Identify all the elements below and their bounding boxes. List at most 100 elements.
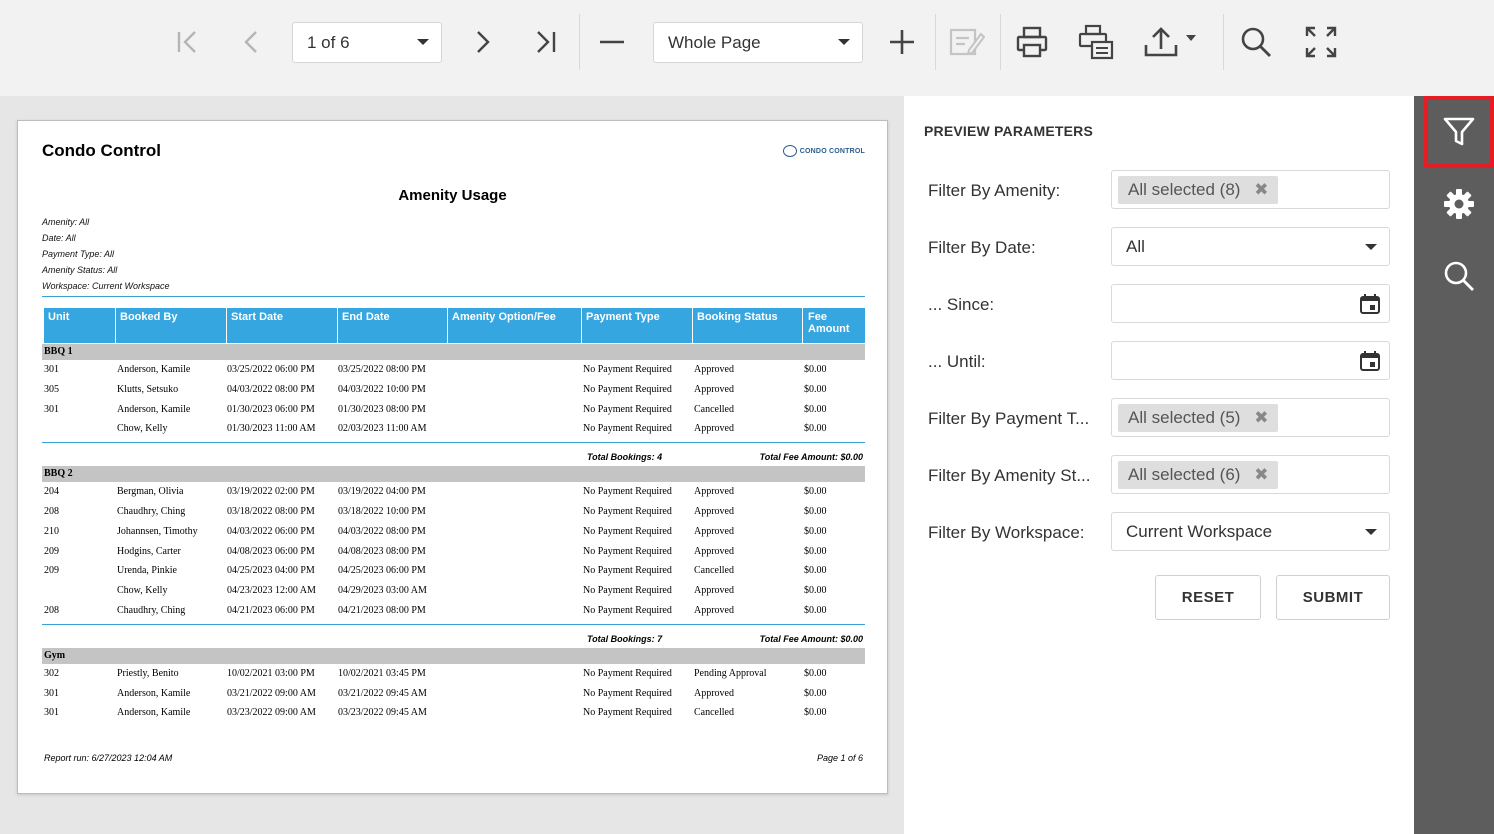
workspace-filter-select[interactable]: Current Workspace — [1111, 512, 1390, 551]
table-cell: Approved — [694, 506, 734, 517]
date-filter-select[interactable]: All — [1111, 227, 1390, 266]
table-cell: Chaudhry, Ching — [117, 605, 186, 616]
table-cell: Anderson, Kamile — [117, 403, 191, 415]
first-page-icon[interactable] — [165, 20, 209, 64]
workspace-filter-value: Current Workspace — [1126, 522, 1273, 541]
chevron-down-icon — [1365, 244, 1377, 250]
column-divider — [802, 308, 803, 343]
table-cell: No Payment Required — [583, 364, 672, 375]
table-cell: 04/29/2023 03:00 AM — [338, 585, 427, 597]
status-filter-value: All selected (6) — [1128, 465, 1241, 484]
edit-icon[interactable] — [945, 20, 989, 64]
table-cell: Approved — [694, 605, 734, 616]
table-cell: 10/02/2021 03:00 PM — [227, 667, 315, 679]
last-page-icon[interactable] — [524, 20, 568, 64]
table-row: 301 Anderson, Kamile 03/21/2022 09:00 AM 03… — [42, 685, 865, 703]
group-total-fee: Total Fee Amount: $0.00 — [759, 633, 863, 644]
table-cell: Priestly, Benito — [117, 667, 179, 679]
since-date-field[interactable] — [1111, 284, 1390, 323]
logo-icon — [782, 145, 797, 157]
table-cell: Urenda, Pinkie — [117, 565, 177, 577]
zoom-in-icon[interactable] — [880, 20, 924, 64]
group-total-rule — [42, 442, 865, 444]
filter-line: Amenity Status: All — [42, 265, 118, 275]
table-cell: 03/19/2022 02:00 PM — [227, 486, 315, 498]
table-cell: 204 — [44, 486, 59, 498]
remove-tag-icon[interactable]: ✖ — [1254, 404, 1268, 432]
remove-tag-icon[interactable]: ✖ — [1254, 461, 1268, 489]
table-cell: $0.00 — [804, 667, 827, 679]
table-cell: 210 — [44, 525, 59, 537]
search-tab[interactable] — [1424, 240, 1494, 312]
column-header: End Date — [342, 311, 390, 323]
amenity-filter-value: All selected (8) — [1128, 180, 1241, 199]
payment-filter-tag[interactable]: All selected (5) ✖ — [1118, 404, 1279, 432]
column-divider — [115, 308, 116, 343]
filter-tab[interactable] — [1424, 96, 1494, 168]
table-cell: Anderson, Kamile — [117, 364, 191, 375]
toolbar-divider — [935, 14, 936, 70]
column-header: Unit — [48, 311, 70, 323]
table-cell: 302 — [44, 667, 59, 679]
zoom-selector[interactable]: Whole Page — [653, 22, 863, 63]
group-total-bookings: Total Bookings: 7 — [587, 633, 663, 644]
payment-filter-field[interactable]: All selected (5) ✖ — [1111, 398, 1390, 437]
table-cell: Approved — [694, 383, 734, 395]
zoom-selector-value: Whole Page — [668, 32, 761, 52]
table-cell: 01/30/2023 08:00 PM — [338, 403, 426, 415]
search-icon[interactable] — [1234, 20, 1278, 64]
table-cell: 04/08/2023 06:00 PM — [227, 545, 315, 557]
report-title: Amenity Usage — [398, 187, 507, 204]
table-cell: No Payment Required — [583, 525, 672, 537]
table-cell: Johannsen, Timothy — [117, 525, 198, 537]
table-cell: No Payment Required — [583, 585, 672, 597]
table-row: 209 Urenda, Pinkie 04/25/2023 04:00 PM 04/2… — [42, 562, 865, 580]
table-cell: Hodgins, Carter — [117, 545, 181, 557]
payment-filter-label: Filter By Payment T... — [928, 409, 1090, 428]
print-icon[interactable] — [1010, 20, 1054, 64]
next-page-icon[interactable] — [460, 20, 504, 64]
table-cell: Approved — [694, 525, 734, 537]
table-cell: Approved — [694, 364, 734, 375]
group-header: BBQ 1 — [42, 344, 865, 360]
table-cell: Approved — [694, 486, 734, 498]
table-row: 208 Chaudhry, Ching 04/21/2023 06:00 PM 04/… — [42, 602, 865, 620]
header-rule — [42, 296, 865, 297]
group-total-rule — [42, 623, 865, 625]
settings-tab[interactable] — [1424, 168, 1494, 240]
calendar-icon[interactable] — [1359, 293, 1381, 315]
status-filter-field[interactable]: All selected (6) ✖ — [1111, 455, 1390, 494]
amenity-filter-field[interactable]: All selected (8) ✖ — [1111, 170, 1390, 209]
column-header: Booked By — [120, 311, 178, 323]
column-header: Amenity Option/Fee — [452, 311, 556, 323]
table-cell: Approved — [694, 585, 734, 597]
export-icon[interactable] — [1140, 20, 1204, 64]
page-selector[interactable]: 1 of 6 — [292, 22, 442, 63]
until-date-field[interactable] — [1111, 341, 1390, 380]
calendar-icon[interactable] — [1359, 350, 1381, 372]
chevron-down-icon — [838, 39, 850, 45]
zoom-out-icon[interactable] — [590, 20, 634, 64]
table-cell: 04/25/2023 04:00 PM — [227, 565, 315, 577]
remove-tag-icon[interactable]: ✖ — [1254, 176, 1268, 204]
table-cell: 208 — [44, 506, 59, 517]
table-cell: Cancelled — [694, 565, 734, 577]
column-divider — [447, 308, 448, 343]
reset-button[interactable]: RESET — [1155, 575, 1261, 620]
table-cell: Anderson, Kamile — [117, 707, 191, 719]
status-filter-tag[interactable]: All selected (6) ✖ — [1118, 461, 1279, 489]
column-header: Payment Type — [586, 311, 660, 323]
table-cell: Pending Approval — [694, 667, 767, 679]
amenity-filter-tag[interactable]: All selected (8) ✖ — [1118, 176, 1279, 204]
column-divider — [226, 308, 227, 343]
table-cell: Bergman, Olivia — [117, 486, 184, 498]
print-page-icon[interactable] — [1075, 20, 1119, 64]
table-cell: No Payment Required — [583, 565, 672, 577]
toolbar-divider — [1000, 14, 1001, 70]
table-cell: Cancelled — [694, 403, 734, 415]
table-cell: 04/08/2023 08:00 PM — [338, 545, 426, 557]
submit-button[interactable]: SUBMIT — [1276, 575, 1390, 620]
prev-page-icon[interactable] — [230, 20, 274, 64]
page-selector-value: 1 of 6 — [307, 32, 350, 52]
fullscreen-icon[interactable] — [1299, 20, 1343, 64]
